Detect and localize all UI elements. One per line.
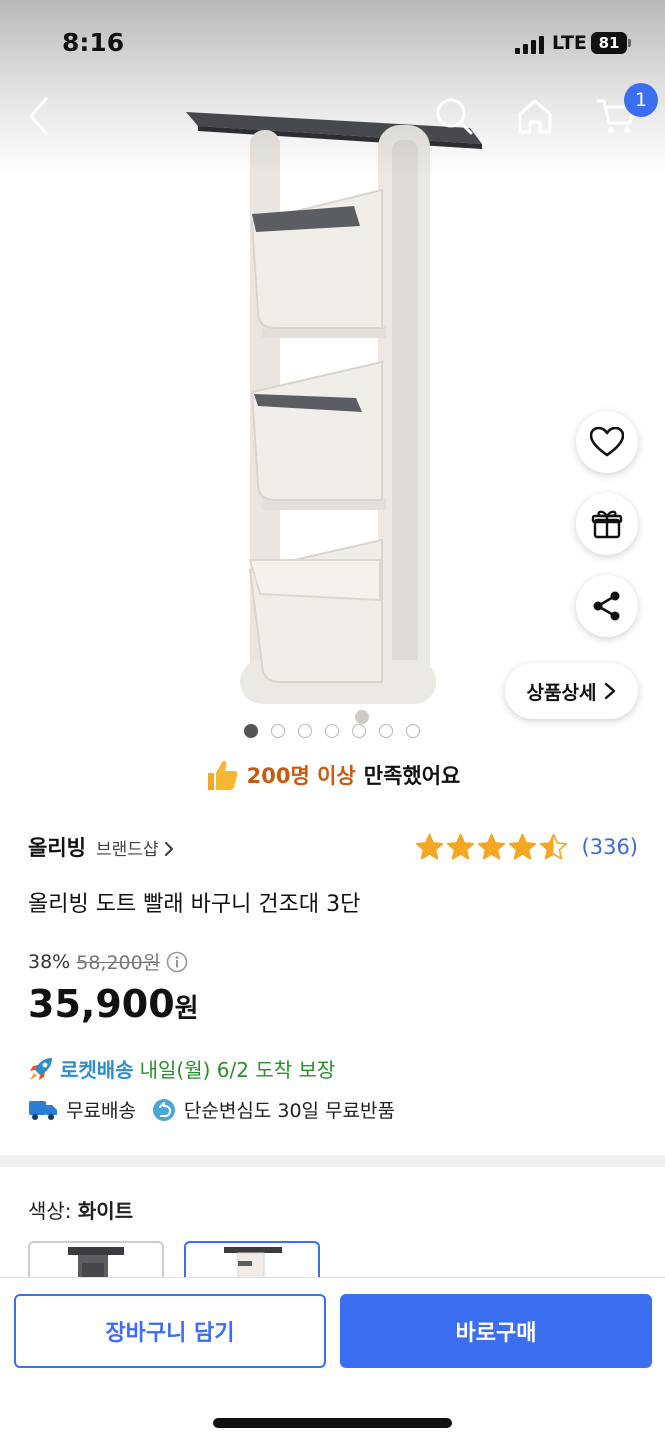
color-option-label: 색상: 화이트 — [28, 1195, 133, 1224]
carousel-dot[interactable] — [244, 724, 258, 738]
free-shipping-label: 무료배송 — [66, 1100, 136, 1122]
carousel-dot[interactable] — [271, 724, 285, 738]
carousel-indicator[interactable] — [244, 724, 420, 740]
wishlist-button[interactable] — [576, 411, 638, 473]
color-option-value: 화이트 — [77, 1199, 134, 1223]
status-time: 8:16 — [62, 28, 125, 57]
search-button[interactable] — [430, 92, 478, 140]
home-button[interactable] — [511, 92, 559, 140]
benefits-row: 무료배송 단순변심도 30일 무료반품 — [28, 1096, 395, 1123]
star-icon — [446, 833, 474, 860]
product-title: 올리빙 도트 빨래 바구니 건조대 3단 — [28, 892, 361, 917]
current-price-value: 35,900 — [28, 982, 175, 1026]
heart-icon — [590, 427, 624, 457]
rocket-icon — [30, 1057, 52, 1080]
home-icon — [518, 99, 552, 134]
satisfaction-text: 만족했어요 — [363, 764, 461, 788]
price-discount-row: 38% 58,200원 — [28, 948, 188, 975]
share-button[interactable] — [576, 575, 638, 637]
carousel-dot[interactable] — [379, 724, 393, 738]
share-icon — [593, 591, 620, 621]
chevron-right-icon — [164, 841, 174, 856]
carousel-dot[interactable] — [352, 724, 366, 738]
gift-button[interactable] — [576, 493, 638, 555]
chevron-left-icon — [29, 97, 48, 135]
gift-icon — [591, 510, 623, 539]
satisfaction-banner: 200명 이상 만족했어요 — [0, 755, 665, 795]
brand-shop-link[interactable]: 브랜드샵 — [96, 835, 174, 860]
signal-icon — [515, 36, 545, 54]
original-price: 58,200원 — [76, 952, 161, 974]
status-bar: 8:16 LTE 81 — [0, 0, 665, 88]
add-to-cart-button[interactable]: 장바구니 담기 — [14, 1294, 326, 1368]
truck-icon — [29, 1100, 57, 1120]
home-indicator[interactable] — [213, 1418, 452, 1428]
price-unit: 원 — [174, 994, 199, 1024]
rocket-delivery: 로켓배송 내일(월) 6/2 도착 보장 — [28, 1054, 335, 1083]
product-detail-button[interactable]: 상품상세 — [505, 663, 638, 719]
color-option-title: 색상: — [28, 1199, 72, 1223]
carousel-dot[interactable] — [406, 724, 420, 738]
info-icon[interactable] — [166, 951, 188, 973]
brand-shop-label: 브랜드샵 — [95, 839, 159, 860]
star-icon — [415, 833, 443, 860]
battery-icon: 81 — [591, 32, 631, 54]
free-return-label: 단순변심도 30일 무료반품 — [183, 1100, 395, 1122]
section-divider — [0, 1155, 665, 1167]
star-icon — [477, 833, 505, 860]
rating-stars — [415, 833, 568, 861]
brand-row: 올리빙 브랜드샵 (336) — [28, 830, 638, 864]
star-icon — [539, 833, 567, 860]
chevron-right-icon — [605, 682, 616, 700]
satisfaction-highlight: 200명 이상 — [246, 764, 356, 788]
thumbs-up-icon — [207, 761, 238, 790]
star-icon — [508, 833, 536, 860]
buy-now-button[interactable]: 바로구매 — [340, 1294, 652, 1368]
cart-count-badge: 1 — [624, 83, 658, 117]
product-detail-label: 상품상세 — [526, 681, 597, 704]
carousel-dot[interactable] — [325, 724, 339, 738]
delivery-eta: 내일(월) 6/2 도착 보장 — [139, 1058, 336, 1082]
bottom-action-bar: 장바구니 담기 바로구매 — [0, 1277, 665, 1440]
discount-rate: 38% — [28, 950, 71, 973]
review-count[interactable]: (336) — [582, 835, 638, 859]
back-button[interactable] — [15, 92, 63, 140]
rocket-delivery-label: 로켓배송 — [60, 1058, 134, 1082]
search-icon — [436, 98, 473, 135]
current-price: 35,900원 — [28, 982, 199, 1026]
carousel-dot[interactable] — [298, 724, 312, 738]
brand-name: 올리빙 — [28, 836, 86, 860]
rating[interactable]: (336) — [415, 830, 638, 864]
product-image-area[interactable] — [0, 0, 665, 760]
return-icon — [152, 1098, 175, 1121]
network-type: LTE — [552, 32, 587, 54]
